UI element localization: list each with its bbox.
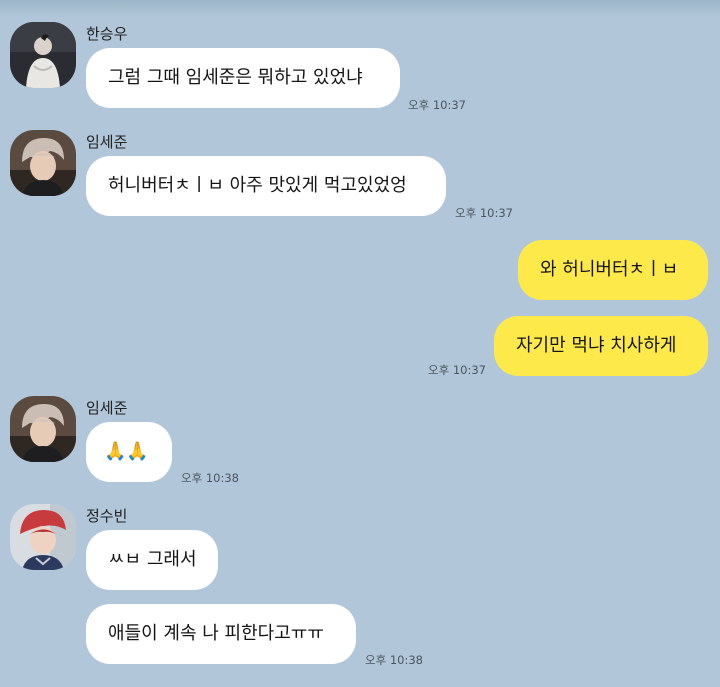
message-bubble[interactable]: 그럼 그때 임세준은 뭐하고 있었냐 [86,48,400,108]
pray-emoji: 🙏🙏 [104,441,149,462]
message-text: 애들이 계속 나 피한다고ㅠㅠ [108,623,324,644]
top-shadow [0,0,720,18]
sender-name: 임세준 [86,133,128,151]
message-time: 오후 10:37 [455,206,513,220]
message-bubble[interactable]: 허니버터ㅊㅣㅂ 아주 맛있게 먹고있었엉 [86,156,446,216]
avatar-hanseungwoo[interactable] [10,22,76,88]
avatar-jungsubin[interactable] [10,504,76,570]
message-text: ㅆㅂ 그래서 [108,549,197,570]
message-bubble[interactable]: 애들이 계속 나 피한다고ㅠㅠ [86,604,356,664]
sender-name: 임세준 [86,399,128,417]
message-text: 허니버터ㅊㅣㅂ 아주 맛있게 먹고있었엉 [108,175,407,196]
message-bubble[interactable]: ㅆㅂ 그래서 [86,530,218,590]
avatar-imsejun[interactable] [10,130,76,196]
message-time: 오후 10:38 [365,653,423,667]
my-message-bubble[interactable]: 자기만 먹냐 치사하게 [494,316,708,376]
message-bubble[interactable]: 🙏🙏 [86,422,172,482]
sender-name: 정수빈 [86,507,128,525]
sender-name: 한승우 [86,25,128,43]
message-text: 자기만 먹냐 치사하게 [516,335,677,356]
avatar-imsejun[interactable] [10,396,76,462]
message-time: 오후 10:37 [428,363,486,377]
message-time: 오후 10:38 [181,471,239,485]
message-text: 와 허니버터ㅊㅣㅂ [540,259,679,280]
message-time: 오후 10:37 [408,98,466,112]
my-message-bubble[interactable]: 와 허니버터ㅊㅣㅂ [518,240,708,300]
message-text: 그럼 그때 임세준은 뭐하고 있었냐 [108,67,363,88]
